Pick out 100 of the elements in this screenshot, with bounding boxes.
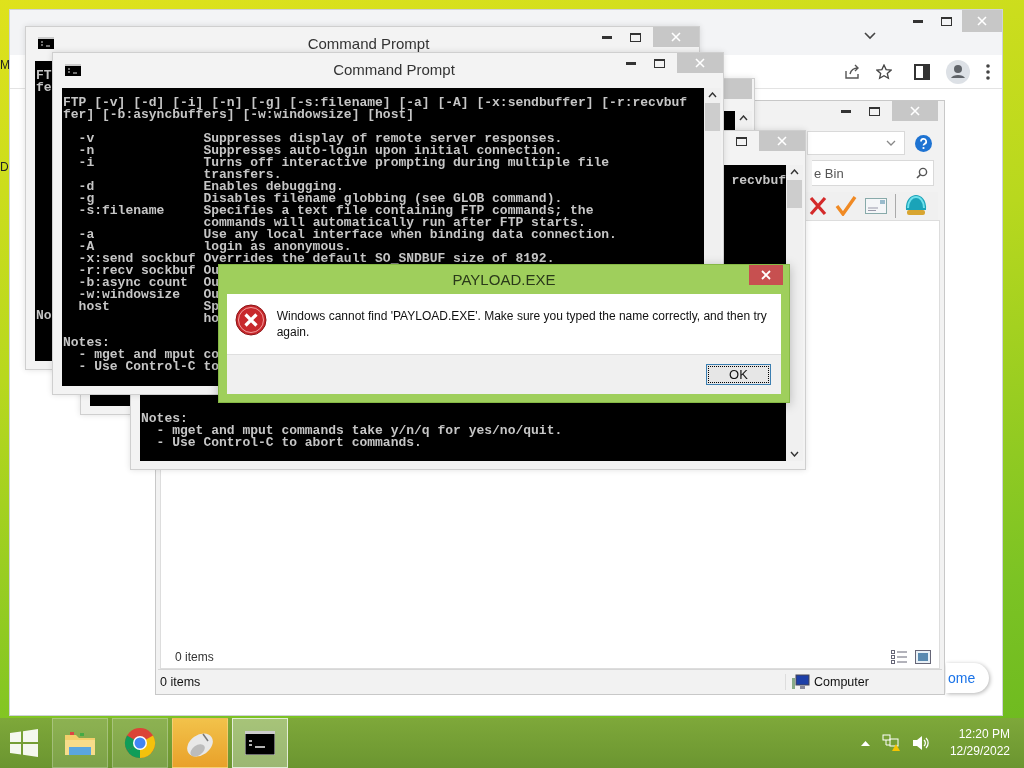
option-name: -x:send sockbuf [78, 253, 196, 265]
console-line: - Use Control-C to abort commands. [156, 437, 422, 449]
dialog-title: PAYLOAD.EXE [452, 271, 556, 288]
maximize-icon [868, 106, 880, 116]
details-view-icon[interactable] [891, 650, 907, 664]
clock-time: 12:20 PM [958, 726, 1010, 743]
checkmark-icon[interactable] [835, 196, 857, 216]
maximize-icon [629, 32, 641, 42]
console-line: Notes: [141, 413, 188, 425]
card-icon[interactable] [865, 198, 887, 214]
option-name: -s:filename [78, 205, 165, 217]
folder-icon [64, 729, 96, 757]
option-name: -v [78, 133, 95, 145]
desktop-icon-label[interactable]: D [0, 160, 10, 174]
console-line: - mget and mput co [78, 349, 220, 361]
error-icon [235, 304, 267, 336]
thumbnail-view-icon[interactable] [915, 650, 931, 664]
clock-date: 12/29/2022 [949, 743, 1010, 760]
option-name: -a [78, 229, 95, 241]
close-icon [910, 106, 920, 116]
option-description: commands will automatically run after FTP starts. [203, 217, 586, 229]
share-icon[interactable] [844, 63, 860, 80]
scroll-up-icon[interactable] [739, 115, 748, 121]
option-description: Use any local interface when binding data connection. [203, 229, 617, 241]
maximize-icon [653, 58, 665, 68]
option-description: Enables debugging. [203, 181, 344, 193]
option-name: -i [78, 157, 95, 169]
side-panel-icon[interactable] [914, 63, 930, 80]
option-description: Overrides the default SO_SNDBUF size of 8192. [203, 253, 555, 265]
monitor-icon [792, 674, 810, 690]
profile-icon[interactable] [946, 59, 970, 84]
console-line: Notes: [63, 337, 110, 349]
console-line: FTP [-v] [-d] [-i] [-n] [-g] [-s:filename] [-a] [-A] [-x:sendbuffer] [-r:recvbuf [63, 97, 688, 109]
close-button[interactable] [749, 265, 783, 285]
console-line: - Use Control-C to [78, 361, 220, 373]
minimize-icon [913, 19, 923, 23]
option-name: -w:windowsize [78, 289, 180, 301]
option-description: Ou [203, 277, 219, 289]
status-location: Computer [814, 675, 869, 689]
console-icon [65, 63, 81, 76]
scroll-down-icon[interactable] [790, 451, 799, 457]
taskbar-button[interactable] [232, 718, 288, 768]
scroll-up-icon[interactable] [708, 92, 717, 98]
maximize-icon [735, 136, 747, 146]
option-description: Turns off interactive prompting during multiple file [203, 157, 610, 169]
option-name: host [78, 301, 110, 313]
console-line: No [36, 310, 52, 322]
option-name: -A [78, 241, 95, 253]
console-line: fe [36, 82, 52, 94]
cross-icon[interactable] [809, 196, 827, 216]
option-name: -b:async count [78, 277, 188, 289]
windows-logo-icon [10, 729, 38, 757]
minimize-icon [626, 61, 636, 65]
close-icon [671, 32, 681, 42]
option-description: Suppresses display of remote server responses. [203, 133, 563, 145]
shell-icon[interactable] [904, 194, 928, 218]
option-description: ho [203, 313, 220, 325]
help-icon[interactable] [915, 134, 932, 152]
browser-icon [124, 727, 156, 759]
console-icon [38, 37, 54, 49]
console-line: FT [36, 70, 52, 82]
option-name: -r:recv sockbuf [78, 265, 196, 277]
option-description: Ou [203, 265, 219, 277]
minimize-icon [841, 109, 851, 113]
option-description: login as anonymous. [203, 241, 352, 253]
up-caret-icon[interactable] [860, 740, 870, 746]
network-warning-icon[interactable] [881, 734, 900, 752]
option-name: -d [78, 181, 95, 193]
option-name: -g [78, 193, 95, 205]
search-field[interactable]: e Bin [812, 160, 934, 186]
console-icon [245, 731, 275, 755]
console-line: fer] [-b:asyncbuffers] [-w:windowsize] [host] [63, 109, 415, 121]
console-line: recvbuf [731, 175, 786, 187]
option-name: -n [78, 145, 95, 157]
maximize-icon [940, 16, 952, 26]
option-description: Sp [203, 301, 219, 313]
speaker-icon[interactable] [911, 735, 930, 751]
ok-button[interactable]: OK [706, 364, 771, 385]
option-description: transfers. [203, 169, 282, 181]
more-icon[interactable] [986, 63, 990, 80]
close-icon [777, 136, 787, 146]
option-description: Suppresses auto-login upon initial connection. [203, 145, 563, 157]
chevron-down-icon[interactable] [864, 32, 876, 40]
scroll-up-icon[interactable] [790, 169, 799, 175]
console-line: - mget and mput commands take y/n/q for yes/no/quit. [156, 425, 563, 437]
error-message: Windows cannot find 'PAYLOAD.EXE'. Make sure you typed the name correctly, and then try again. [276, 308, 768, 340]
scrollbar-thumb[interactable] [787, 180, 802, 208]
window-title: Command Prompt [333, 61, 455, 78]
floating-button[interactable]: ome [946, 663, 990, 693]
option-description: Ou [203, 289, 219, 301]
star-icon[interactable] [876, 63, 892, 80]
option-description: Specifies a text file containing FTP commands; the [203, 205, 594, 217]
item-count: 0 items [175, 650, 214, 664]
status-text: 0 items [159, 675, 202, 689]
window-title: Command Prompt [307, 34, 430, 52]
option-description: Disables filename globbing (see GLOB command). [203, 193, 563, 205]
close-icon [761, 270, 771, 280]
close-icon [695, 58, 705, 68]
desktop-icon-label[interactable]: M [0, 58, 10, 72]
scrollbar-thumb[interactable] [705, 103, 720, 131]
